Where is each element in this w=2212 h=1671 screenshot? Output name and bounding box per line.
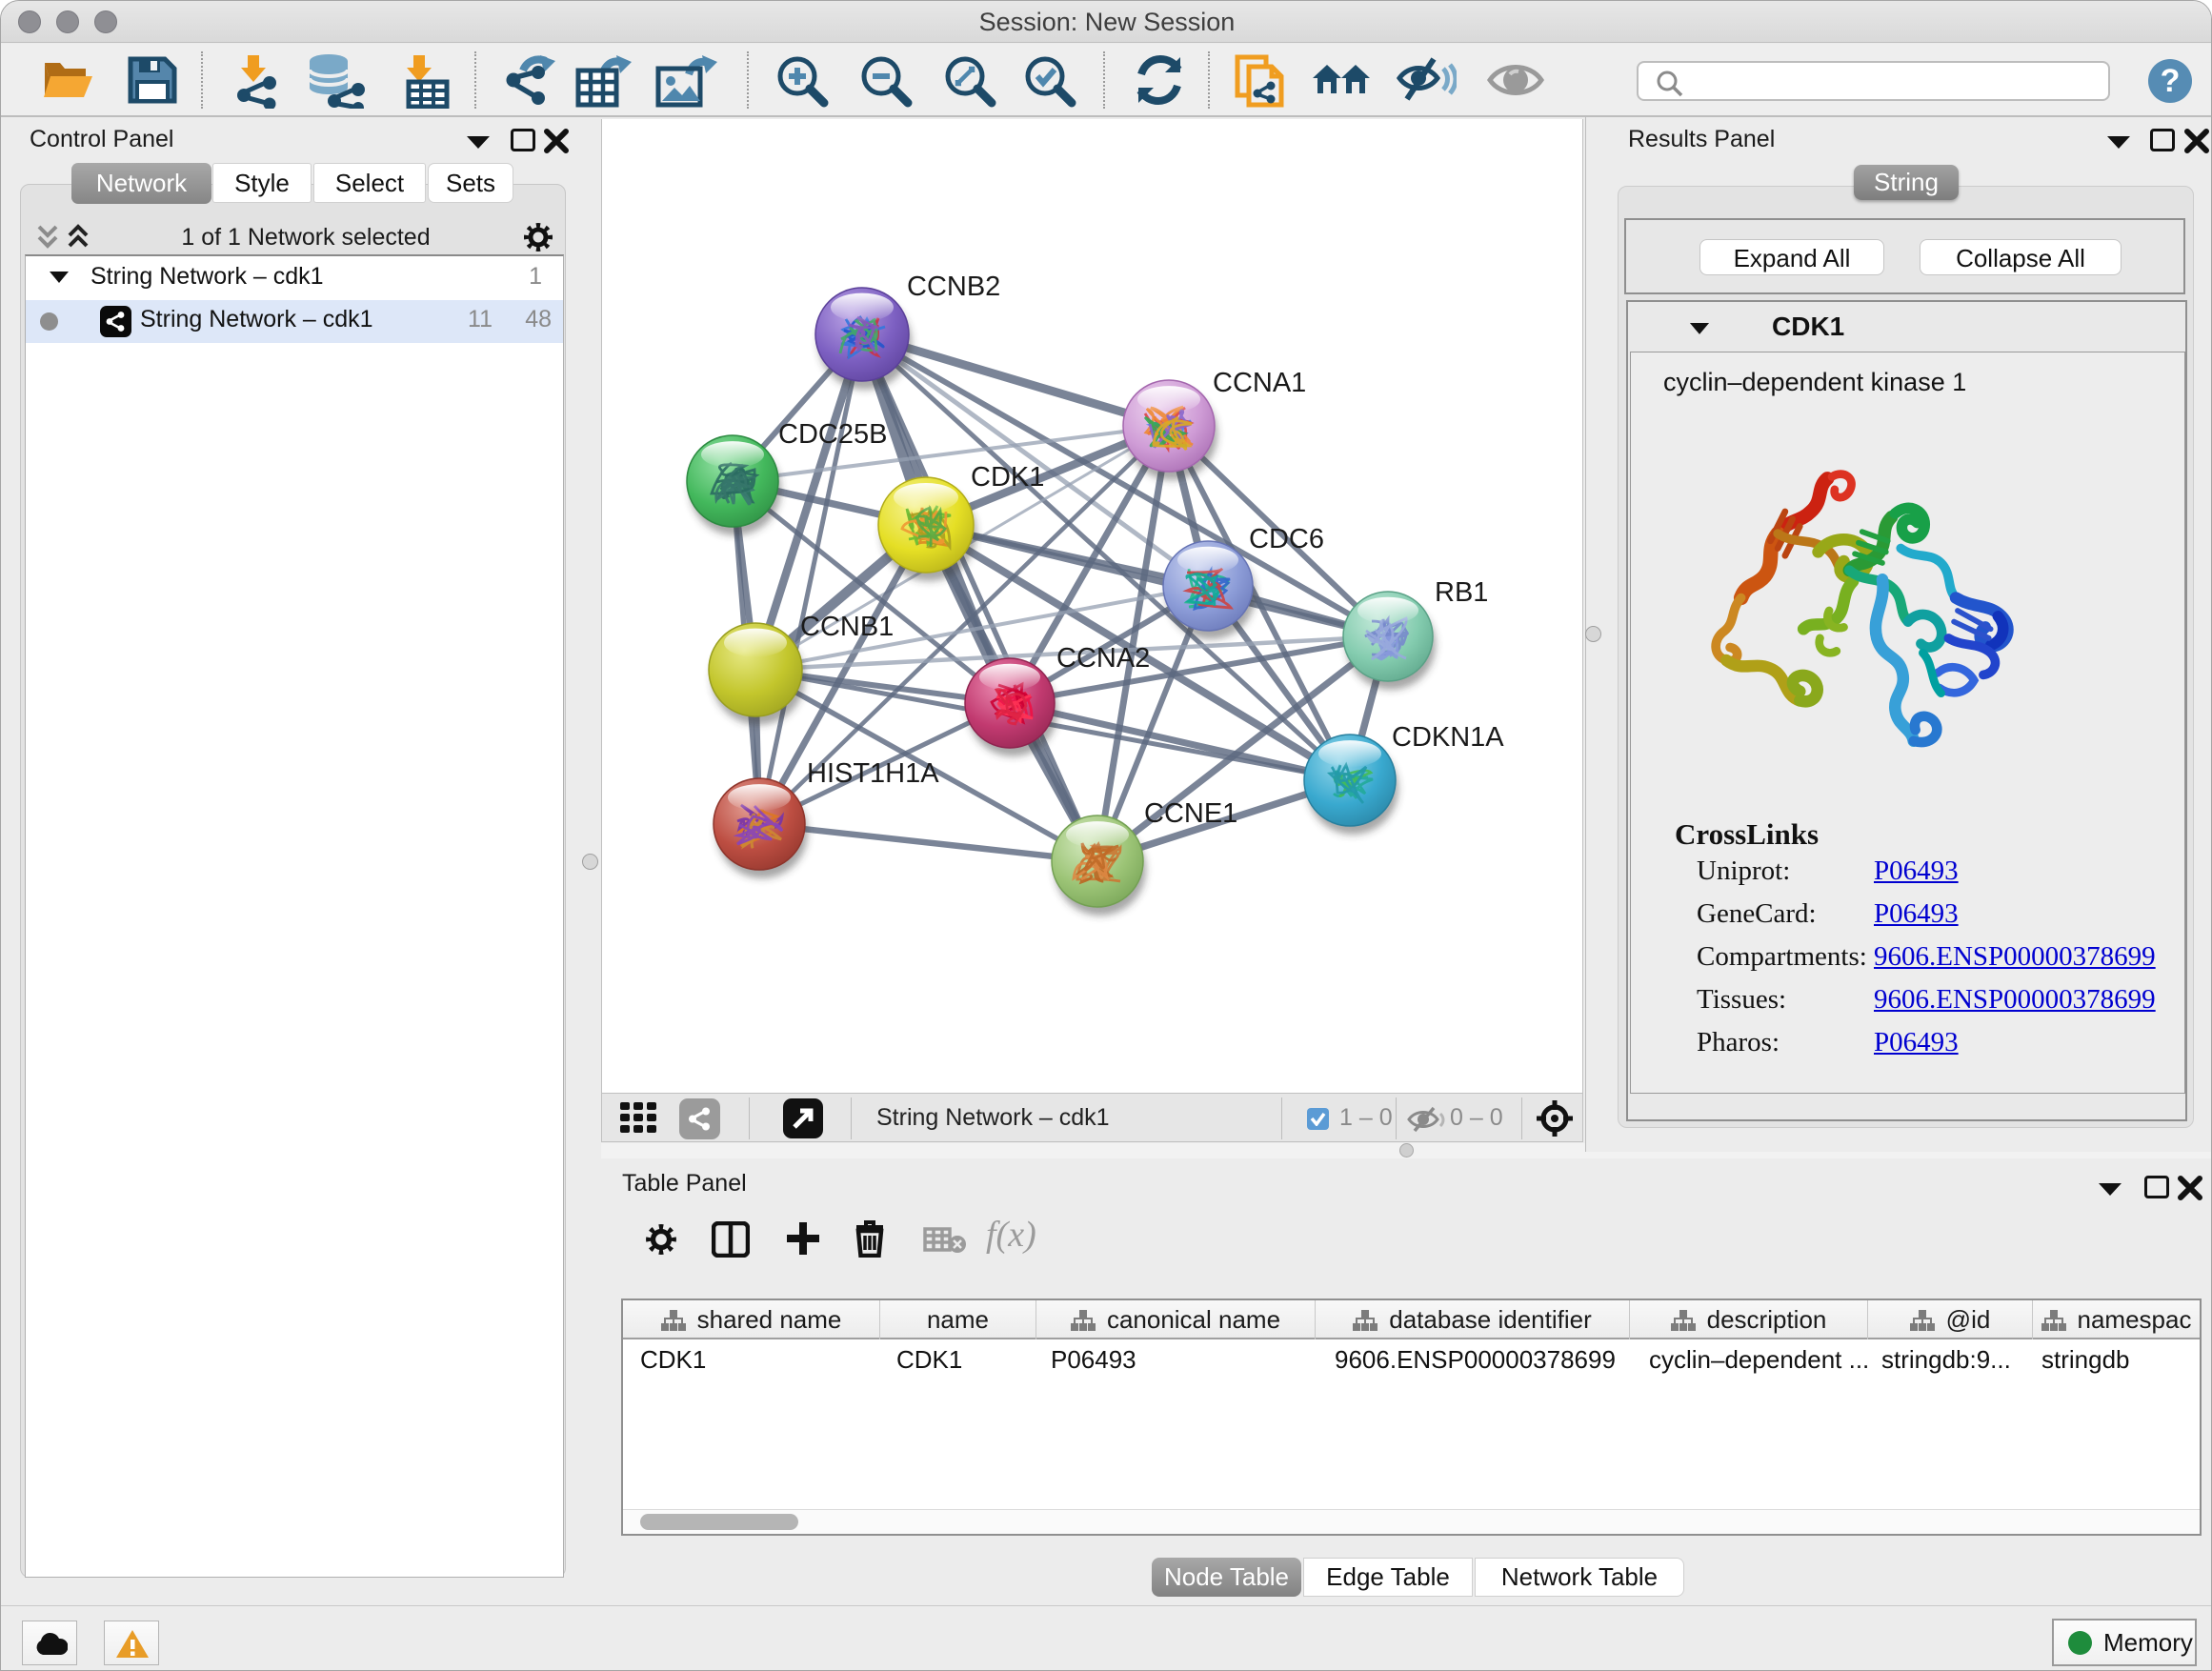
- svg-text:CCNA1: CCNA1: [1213, 368, 1306, 398]
- svg-text:CDC6: CDC6: [1249, 524, 1324, 554]
- svg-text:CDC25B: CDC25B: [778, 419, 887, 450]
- svg-text:CDKN1A: CDKN1A: [1392, 722, 1504, 753]
- svg-text:RB1: RB1: [1435, 577, 1488, 608]
- svg-text:CCNB2: CCNB2: [907, 272, 1000, 302]
- svg-text:CCNB1: CCNB1: [800, 612, 894, 642]
- svg-text:HIST1H1A: HIST1H1A: [807, 758, 939, 789]
- svg-text:CCNE1: CCNE1: [1144, 798, 1237, 829]
- svg-text:CCNA2: CCNA2: [1056, 643, 1150, 674]
- svg-text:CDK1: CDK1: [971, 462, 1044, 493]
